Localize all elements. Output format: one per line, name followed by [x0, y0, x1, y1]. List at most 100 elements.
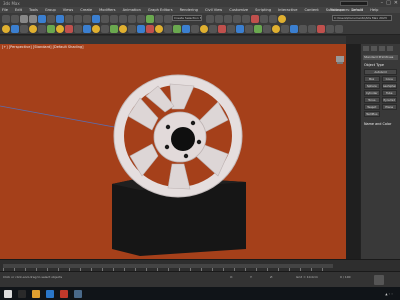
frame-counter[interactable]: 0 / 100 — [340, 275, 351, 279]
set-key-icon[interactable] — [374, 275, 384, 285]
autogrid-checkbox[interactable]: AutoGrid — [364, 69, 397, 75]
torus-button[interactable]: Torus — [364, 97, 380, 103]
select-by-name-icon[interactable] — [65, 14, 73, 23]
window-crossing-icon[interactable] — [83, 14, 91, 23]
render-icon[interactable] — [278, 14, 286, 23]
name-color-title[interactable]: Name and Color — [361, 122, 400, 126]
search-field[interactable] — [340, 1, 368, 6]
box-button[interactable]: Box — [364, 76, 380, 82]
sphere-button[interactable]: Sphere — [364, 83, 380, 89]
textplus-button[interactable]: TextPlus — [364, 111, 380, 117]
redo-icon[interactable] — [11, 14, 19, 23]
rotate-icon[interactable] — [101, 14, 109, 23]
select-icon[interactable] — [56, 14, 64, 23]
hierarchy-tab-icon[interactable] — [379, 46, 385, 51]
modify-tab-icon[interactable] — [371, 46, 377, 51]
scale-icon[interactable] — [110, 14, 118, 23]
unlink-icon[interactable] — [29, 14, 37, 23]
ribbon-icon-17[interactable] — [263, 24, 271, 33]
cylinder-button[interactable]: Cylinder — [364, 90, 380, 96]
material-editor-icon[interactable] — [251, 14, 259, 23]
coord-y[interactable]: Y: — [250, 275, 252, 279]
ribbon-icon-15[interactable] — [245, 24, 253, 33]
ribbon-icon-4[interactable] — [146, 24, 154, 33]
hierarchy-icon[interactable] — [83, 24, 91, 33]
move-icon[interactable] — [92, 14, 100, 23]
search-icon[interactable] — [18, 289, 26, 298]
pivot-icon[interactable] — [137, 14, 145, 23]
ribbon-icon-1[interactable] — [119, 24, 127, 33]
spacewarp-icon[interactable] — [56, 24, 64, 33]
schematic-icon[interactable] — [242, 14, 250, 23]
coord-x[interactable]: X: — [230, 275, 233, 279]
ribbon-icon-24[interactable] — [326, 24, 334, 33]
light-icon[interactable] — [29, 24, 37, 33]
shapes-icon[interactable] — [20, 24, 28, 33]
rect-selection-icon[interactable] — [74, 14, 82, 23]
geosphere-button[interactable]: GeoSphere — [381, 83, 397, 89]
helper-icon[interactable] — [47, 24, 55, 33]
coord-z[interactable]: Z: — [270, 275, 273, 279]
ribbon-icon-12[interactable] — [218, 24, 226, 33]
cone-button[interactable]: Cone — [381, 76, 397, 82]
bind-icon[interactable] — [38, 14, 46, 23]
camera-icon[interactable] — [38, 24, 46, 33]
undo-icon[interactable] — [2, 14, 10, 23]
utilities-icon[interactable] — [110, 24, 118, 33]
ribbon-icon-13[interactable] — [227, 24, 235, 33]
ribbon-icon-5[interactable] — [155, 24, 163, 33]
ribbon-icon-23[interactable] — [317, 24, 325, 33]
teapot-button[interactable]: Teapot — [364, 104, 380, 110]
render-frame-icon[interactable] — [269, 14, 277, 23]
ribbon-icon-2[interactable] — [128, 24, 136, 33]
ribbon-icon-9[interactable] — [191, 24, 199, 33]
snap-icon[interactable] — [146, 14, 154, 23]
primitives-dropdown[interactable]: Standard Primitives — [363, 55, 398, 60]
sphere-icon[interactable] — [2, 24, 10, 33]
ribbon-icon-22[interactable] — [308, 24, 316, 33]
pyramid-button[interactable]: Pyramid — [381, 97, 397, 103]
ribbon-icon-8[interactable] — [182, 24, 190, 33]
selection-set-dropdown[interactable]: Create Selection Set — [172, 15, 202, 21]
layer-icon[interactable] — [224, 14, 232, 23]
ribbon-icon-11[interactable] — [209, 24, 217, 33]
tray-icons[interactable]: ▲ ◦ ◦ — [385, 292, 393, 296]
align-icon[interactable] — [215, 14, 223, 23]
tube-button[interactable]: Tube — [381, 90, 397, 96]
filter-icon[interactable] — [47, 14, 55, 23]
curve-editor-icon[interactable] — [233, 14, 241, 23]
perspective-viewport[interactable]: [+] [Perspective] [Standard] [Default Sh… — [0, 44, 346, 259]
systems-icon[interactable] — [65, 24, 73, 33]
motion-icon[interactable] — [92, 24, 100, 33]
display-icon[interactable] — [101, 24, 109, 33]
close-button[interactable]: ✕ — [394, 0, 398, 7]
motion-tab-icon[interactable] — [387, 46, 393, 51]
render-setup-icon[interactable] — [260, 14, 268, 23]
angle-snap-icon[interactable] — [155, 14, 163, 23]
ribbon-icon-19[interactable] — [281, 24, 289, 33]
ribbon-icon-16[interactable] — [254, 24, 262, 33]
create-tab-icon[interactable] — [363, 46, 369, 51]
link-icon[interactable] — [20, 14, 28, 23]
box-icon[interactable] — [11, 24, 19, 33]
ribbon-icon-10[interactable] — [200, 24, 208, 33]
project-path-field[interactable]: C:\Users\Documents\3ds Max 2023 — [332, 15, 392, 21]
3dsmax-taskbar-icon[interactable] — [74, 289, 82, 298]
placement-icon[interactable] — [119, 14, 127, 23]
mirror-icon[interactable] — [206, 14, 214, 23]
browser-icon[interactable] — [46, 289, 54, 298]
ribbon-icon-20[interactable] — [290, 24, 298, 33]
ribbon-icon-25[interactable] — [335, 24, 343, 33]
start-icon[interactable] — [4, 289, 12, 298]
chrome-icon[interactable] — [60, 289, 68, 298]
percent-snap-icon[interactable] — [164, 14, 172, 23]
reference-coord-icon[interactable] — [128, 14, 136, 23]
ribbon-icon-7[interactable] — [173, 24, 181, 33]
minimize-button[interactable]: – — [381, 0, 384, 7]
plane-button[interactable]: Plane — [381, 104, 397, 110]
ribbon-icon-18[interactable] — [272, 24, 280, 33]
ribbon-icon-3[interactable] — [137, 24, 145, 33]
maximize-button[interactable]: □ — [386, 0, 391, 7]
explorer-icon[interactable] — [32, 289, 40, 298]
modifier-icon[interactable] — [74, 24, 82, 33]
